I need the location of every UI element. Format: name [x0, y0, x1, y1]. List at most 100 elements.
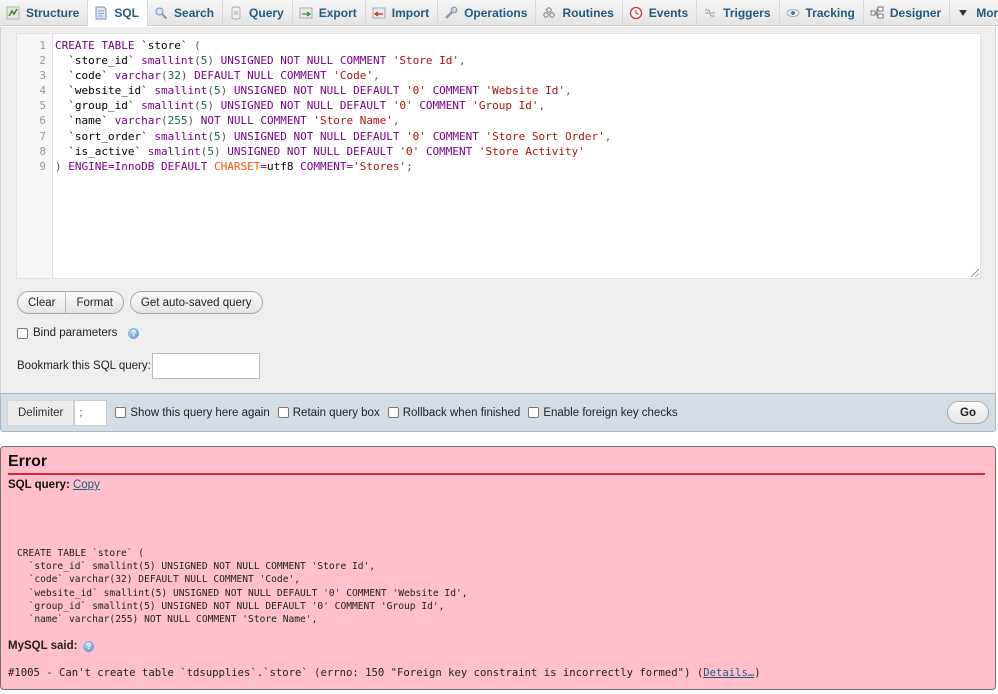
tab-events[interactable]: Events: [623, 0, 698, 25]
code-line: 3 `code` varchar(32) DEFAULT NULL COMMEN…: [17, 68, 980, 83]
triggers-icon: [703, 6, 717, 20]
tab-label: SQL: [114, 6, 140, 20]
line-number: 2: [39, 54, 46, 68]
tab-triggers[interactable]: Triggers: [697, 0, 780, 25]
tab-more[interactable]: More: [950, 0, 998, 25]
editor-buttons: Clear Format Get auto-saved query: [17, 291, 263, 314]
tab-label: Import: [391, 5, 430, 20]
code-text: `code` varchar(32) DEFAULT NULL COMMENT …: [68, 69, 380, 83]
error-message-end: ): [754, 667, 761, 679]
clear-button[interactable]: Clear: [17, 291, 67, 314]
foreign-key-checks-option[interactable]: Enable foreign key checks: [528, 406, 678, 419]
retain-query-box-option[interactable]: Retain query box: [277, 406, 380, 419]
import-icon: [372, 6, 386, 20]
designer-icon: [870, 6, 884, 20]
sql-query-panel: 1 CREATE TABLE `store` (2 `store_id` smal…: [0, 27, 996, 393]
foreign-key-checks-checkbox[interactable]: [528, 407, 540, 418]
tab-label: Routines: [562, 5, 614, 20]
query-options-toolbar: Delimiter ; Show this query here again R…: [0, 393, 996, 432]
help-icon[interactable]: ?: [128, 327, 140, 339]
bookmark-row: Bookmark this SQL query:: [17, 353, 260, 379]
code-text: `is_active` smallint(5) UNSIGNED NOT NUL…: [68, 144, 585, 158]
tab-operations[interactable]: Operations: [438, 0, 537, 25]
query-icon: [229, 6, 243, 20]
resize-handle[interactable]: [969, 267, 979, 277]
bind-parameters-checkbox[interactable]: [17, 327, 28, 339]
line-number: 3: [39, 69, 46, 83]
clock-icon: [629, 6, 643, 20]
sql-editor[interactable]: 1 CREATE TABLE `store` (2 `store_id` smal…: [16, 33, 981, 279]
export-icon: [299, 6, 313, 20]
tab-tracking[interactable]: Tracking: [780, 0, 864, 25]
line-number: 1: [39, 39, 46, 52]
clear-format-group: Clear Format: [17, 291, 124, 314]
error-message-box: Error SQL query: Copy CREATE TABLE `stor…: [0, 446, 996, 690]
show-query-again-checkbox[interactable]: [115, 407, 127, 418]
mysql-said-row: MySQL said: ?: [8, 640, 95, 652]
tab-label: Triggers: [723, 5, 771, 20]
error-query-line: CREATE TABLE `store` (: [17, 548, 145, 559]
get-auto-saved-query-button[interactable]: Get auto-saved query: [129, 291, 263, 314]
bind-parameters-option: Bind parameters ?: [17, 327, 140, 339]
error-query-line: `group_id` smallint(5) UNSIGNED NOT NULL…: [17, 600, 445, 612]
code-line: 8 `is_active` smallint(5) UNSIGNED NOT N…: [17, 144, 980, 159]
code-text: `website_id` smallint(5) UNSIGNED NOT NU…: [68, 84, 572, 98]
tab-label: Events: [648, 5, 689, 20]
code-text: `store_id` smallint(5) UNSIGNED NOT NULL…: [68, 54, 466, 68]
error-message: #1005 - Can't create table `tdsupplies`.…: [8, 667, 761, 679]
sql-query-label: SQL query:: [8, 479, 70, 491]
delimiter-label: Delimiter: [7, 399, 75, 426]
delimiter-input[interactable]: ;: [74, 399, 108, 426]
rollback-option[interactable]: Rollback when finished: [387, 406, 521, 419]
format-button[interactable]: Format: [66, 291, 124, 314]
tab-structure[interactable]: Structure: [0, 0, 89, 25]
eye-icon: [786, 6, 800, 20]
tab-designer[interactable]: Designer: [864, 0, 951, 25]
search-icon: [154, 6, 168, 20]
line-number: 4: [39, 84, 46, 98]
tab-sql[interactable]: SQL: [88, 0, 149, 27]
tab-export[interactable]: Export: [293, 0, 366, 25]
sql-query-row: SQL query: Copy: [8, 479, 100, 491]
bind-parameters-label: Bind parameters: [33, 327, 118, 339]
tab-label: Search: [174, 5, 215, 20]
tab-routines[interactable]: Routines: [536, 0, 623, 25]
option-label: Show this query here again: [130, 406, 270, 419]
code-line: 9) ENGINE=InnoDB DEFAULT CHARSET=utf8 CO…: [17, 159, 980, 174]
wrench-icon: [444, 6, 458, 20]
details-link[interactable]: Details…: [703, 667, 754, 679]
code-line: 2 `store_id` smallint(5) UNSIGNED NOT NU…: [17, 53, 980, 68]
tab-label: Query: [249, 5, 284, 20]
tab-label: More: [976, 5, 998, 20]
option-label: Retain query box: [292, 406, 380, 419]
tab-query[interactable]: Query: [223, 0, 293, 25]
code-line: 5 `group_id` smallint(5) UNSIGNED NOT NU…: [17, 98, 980, 113]
go-button[interactable]: Go: [947, 401, 989, 424]
mysql-said-label: MySQL said:: [8, 640, 78, 652]
error-title: Error: [8, 453, 985, 475]
code-lines: 1 CREATE TABLE `store` (2 `store_id` smal…: [17, 38, 980, 174]
code-line: 4 `website_id` smallint(5) UNSIGNED NOT …: [17, 83, 980, 98]
tab-label: Tracking: [805, 5, 855, 20]
tab-search[interactable]: Search: [148, 0, 224, 25]
help-icon[interactable]: ?: [83, 640, 95, 652]
error-query-line: `name` varchar(255) NOT NULL COMMENT 'St…: [17, 613, 318, 625]
option-label: Rollback when finished: [402, 406, 521, 419]
code-text: `group_id` smallint(5) UNSIGNED NOT NULL…: [68, 99, 546, 113]
routines-icon: [542, 6, 556, 20]
bookmark-input[interactable]: [151, 353, 260, 379]
error-query-line: `website_id` smallint(5) UNSIGNED NOT NU…: [17, 587, 468, 599]
show-query-again-option[interactable]: Show this query here again: [115, 406, 270, 419]
code-text: ) ENGINE=InnoDB DEFAULT CHARSET=utf8 COM…: [55, 159, 413, 173]
rollback-checkbox[interactable]: [387, 407, 399, 418]
error-query-code: CREATE TABLE `store` ( `store_id` smalli…: [17, 547, 468, 626]
tab-bar: Structure SQL Search Query Export Import…: [0, 0, 998, 27]
tab-import[interactable]: Import: [366, 0, 439, 25]
line-number: 7: [39, 129, 46, 143]
retain-query-box-checkbox[interactable]: [277, 407, 289, 418]
caret-down-icon: [956, 6, 970, 20]
option-label: Enable foreign key checks: [543, 406, 678, 419]
structure-icon: [6, 6, 20, 20]
copy-link[interactable]: Copy: [73, 479, 100, 491]
line-number: 6: [39, 114, 46, 128]
